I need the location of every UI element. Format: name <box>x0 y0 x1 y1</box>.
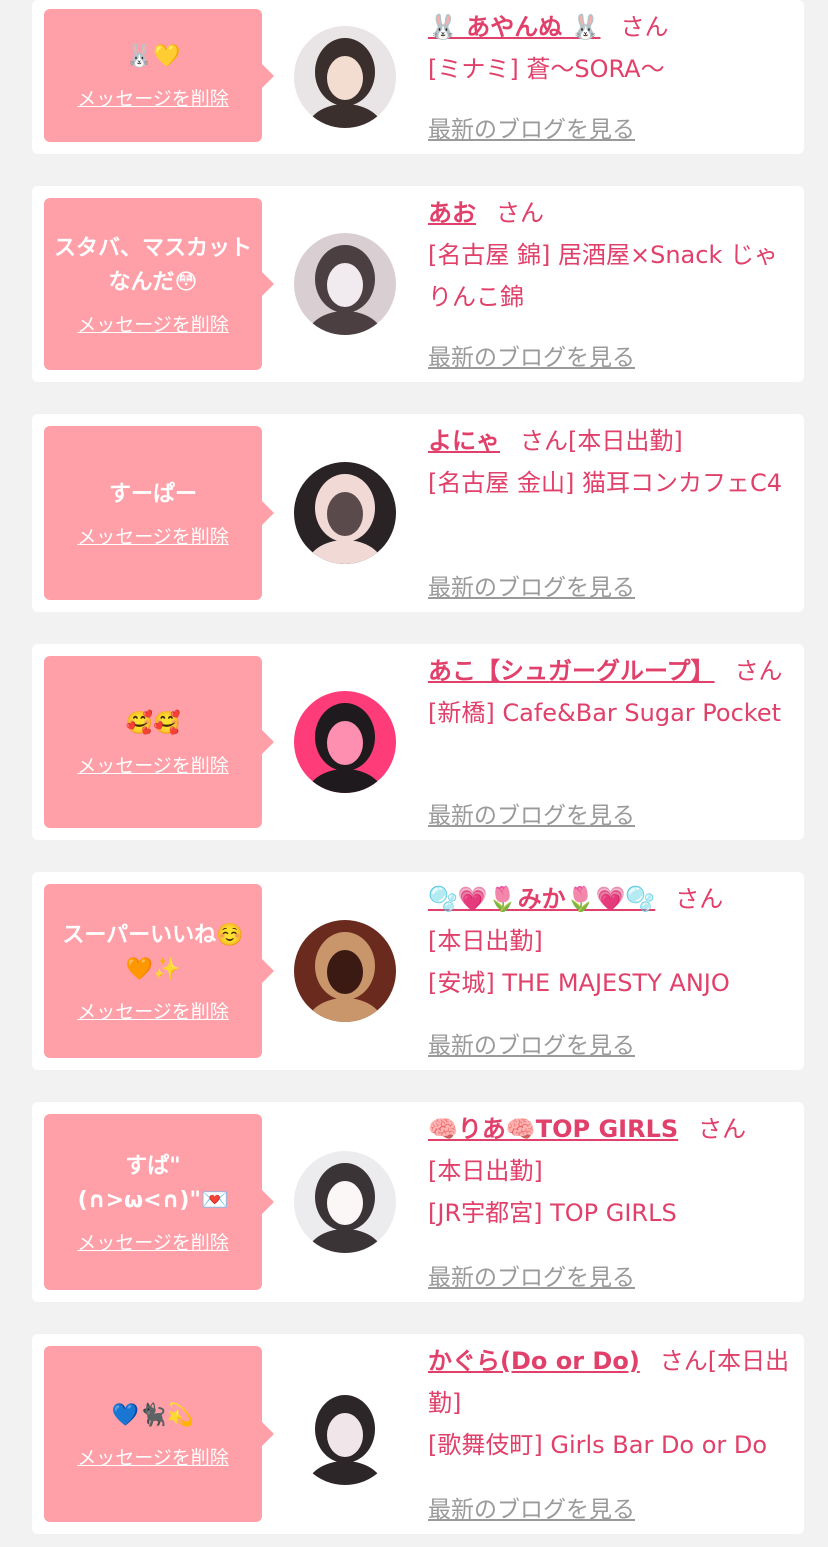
avatar-image <box>294 26 396 128</box>
profile-info: 🐰 あやんぬ 🐰 さん [ミナミ] 蒼〜SORA〜 <box>428 6 790 90</box>
honorific: さん <box>734 657 783 685</box>
avatar[interactable] <box>294 691 396 793</box>
profile-name-link[interactable]: よにゃ <box>428 427 500 455</box>
message-card: スタバ、マスカットなんだ😳 メッセージを削除 あお さん [名古屋 錦] 居酒屋×Sn… <box>32 186 804 382</box>
honorific: さん <box>620 13 669 41</box>
profile-name-link[interactable]: あこ【シュガーグループ】 <box>428 657 715 685</box>
message-card: 💙🐈‍⬛💫 メッセージを削除 かぐら(Do or Do) さん[本日出勤] [歌舞伎町… <box>32 1334 804 1534</box>
delete-message-link[interactable]: メッセージを削除 <box>77 310 229 337</box>
profile-name-link[interactable]: かぐら(Do or Do) <box>428 1347 640 1375</box>
message-bubble: 💙🐈‍⬛💫 メッセージを削除 <box>44 1346 274 1522</box>
message-card: すぱ"(∩>ω<∩)"💌 メッセージを削除 🧠りあ🧠TOP GIRLS さん [本日出… <box>32 1102 804 1302</box>
delete-message-link[interactable]: メッセージを削除 <box>77 997 229 1024</box>
profile-info: あお さん [名古屋 錦] 居酒屋×Snack じゃりんこ錦 <box>428 192 790 318</box>
delete-message-link[interactable]: メッセージを削除 <box>77 84 229 111</box>
shop-info: [ミナミ] 蒼〜SORA〜 <box>428 55 665 83</box>
name-line: あこ【シュガーグループ】 さん <box>428 650 790 692</box>
honorific: さん <box>496 199 544 227</box>
message-card: 🐰💛 メッセージを削除 🐰 あやんぬ 🐰 さん [ミナミ] 蒼〜SORA〜最新のブログ… <box>32 0 804 154</box>
shop-info: [本日出勤] <box>428 927 543 955</box>
shop-info: [名古屋 錦] 居酒屋×Snack じゃりんこ錦 <box>428 241 778 311</box>
latest-blog-link[interactable]: 最新のブログを見る <box>428 568 635 602</box>
message-bubble: すぱ"(∩>ω<∩)"💌 メッセージを削除 <box>44 1114 274 1290</box>
avatar-image <box>294 1383 396 1485</box>
message-list: 🐰💛 メッセージを削除 🐰 あやんぬ 🐰 さん [ミナミ] 蒼〜SORA〜最新のブログ… <box>0 0 828 1547</box>
honorific: さん <box>675 885 724 913</box>
avatar[interactable] <box>294 920 396 1022</box>
avatar[interactable] <box>294 1151 396 1253</box>
name-line: 🫧💗🌷みか🌷💗🫧 さん <box>428 878 790 920</box>
avatar[interactable] <box>294 233 396 335</box>
shop-info: [新橋] Cafe&Bar Sugar Pocket <box>428 699 782 727</box>
avatar-image <box>294 233 396 335</box>
avatar[interactable] <box>294 462 396 564</box>
honorific: さん <box>698 1115 747 1143</box>
latest-blog-link[interactable]: 最新のブログを見る <box>428 1490 635 1524</box>
name-line: かぐら(Do or Do) さん[本日出勤] <box>428 1340 790 1424</box>
delete-message-link[interactable]: メッセージを削除 <box>77 522 229 549</box>
profile-info: 🧠りあ🧠TOP GIRLS さん [本日出勤] [JR宇都宮] TOP GIRLS <box>428 1108 790 1234</box>
message-text: すぱ"(∩>ω<∩)"💌 <box>77 1153 229 1213</box>
shop-info: [安城] THE MAJESTY ANJO <box>428 969 730 997</box>
name-line: あお さん <box>428 192 790 234</box>
latest-blog-link[interactable]: 最新のブログを見る <box>428 1258 635 1292</box>
profile-name-link[interactable]: 🐰 あやんぬ 🐰 <box>428 13 600 41</box>
message-text: 🐰💛 <box>125 44 181 69</box>
latest-blog-link[interactable]: 最新のブログを見る <box>428 1026 635 1060</box>
message-card: すーぱーメッセージを削除 よにゃ さん[本日出勤] [名古屋 金山] 猫耳コンカフェ… <box>32 414 804 612</box>
delete-message-link[interactable]: メッセージを削除 <box>77 1228 229 1255</box>
message-bubble: すーぱーメッセージを削除 <box>44 426 274 600</box>
message-bubble: 🐰💛 メッセージを削除 <box>44 9 274 142</box>
message-bubble: スーパーいいね☺️🧡✨ メッセージを削除 <box>44 884 274 1058</box>
delete-message-link[interactable]: メッセージを削除 <box>77 1443 229 1470</box>
message-bubble: スタバ、マスカットなんだ😳 メッセージを削除 <box>44 198 274 370</box>
message-text: スーパーいいね☺️🧡✨ <box>62 922 244 982</box>
message-card: 🥰🥰 メッセージを削除 あこ【シュガーグループ】 さん [新橋] Cafe&Bar S… <box>32 644 804 840</box>
shop-info: [歌舞伎町] Girls Bar Do or Do <box>428 1431 768 1459</box>
profile-info: 🫧💗🌷みか🌷💗🫧 さん [本日出勤] [安城] THE MAJESTY ANJO <box>428 878 790 1004</box>
profile-name-link[interactable]: 🫧💗🌷みか🌷💗🫧 <box>428 885 655 913</box>
avatar-image <box>294 691 396 793</box>
profile-info: かぐら(Do or Do) さん[本日出勤] [歌舞伎町] Girls Bar Do… <box>428 1340 790 1466</box>
message-text: 🥰🥰 <box>125 710 181 736</box>
avatar[interactable] <box>294 26 396 128</box>
latest-blog-link[interactable]: 最新のブログを見る <box>428 338 635 372</box>
honorific: さん[本日出勤] <box>520 427 683 455</box>
profile-info: あこ【シュガーグループ】 さん [新橋] Cafe&Bar Sugar Pocket <box>428 650 790 734</box>
shop-info: [本日出勤] <box>428 1157 543 1185</box>
avatar[interactable] <box>294 1383 396 1485</box>
avatar-image <box>294 920 396 1022</box>
message-card: スーパーいいね☺️🧡✨ メッセージを削除 🫧💗🌷みか🌷💗🫧 さん [本日出勤] [安城]… <box>32 872 804 1070</box>
latest-blog-link[interactable]: 最新のブログを見る <box>428 796 635 830</box>
message-text: すーぱー <box>108 481 197 507</box>
shop-info: [名古屋 金山] 猫耳コンカフェC4 <box>428 469 783 497</box>
name-line: よにゃ さん[本日出勤] <box>428 420 790 462</box>
message-text: 💙🐈‍⬛💫 <box>111 1402 195 1428</box>
shop-info: [JR宇都宮] TOP GIRLS <box>428 1199 677 1227</box>
profile-name-link[interactable]: あお <box>428 199 476 227</box>
profile-info: よにゃ さん[本日出勤] [名古屋 金山] 猫耳コンカフェC4 <box>428 420 790 504</box>
name-line: 🐰 あやんぬ 🐰 さん <box>428 6 790 48</box>
message-text: スタバ、マスカットなんだ😳 <box>53 235 252 295</box>
message-bubble: 🥰🥰 メッセージを削除 <box>44 656 274 828</box>
avatar-image <box>294 462 396 564</box>
profile-name-link[interactable]: 🧠りあ🧠TOP GIRLS <box>428 1115 678 1143</box>
avatar-image <box>294 1151 396 1253</box>
latest-blog-link[interactable]: 最新のブログを見る <box>428 110 635 144</box>
delete-message-link[interactable]: メッセージを削除 <box>77 751 229 778</box>
name-line: 🧠りあ🧠TOP GIRLS さん <box>428 1108 790 1150</box>
